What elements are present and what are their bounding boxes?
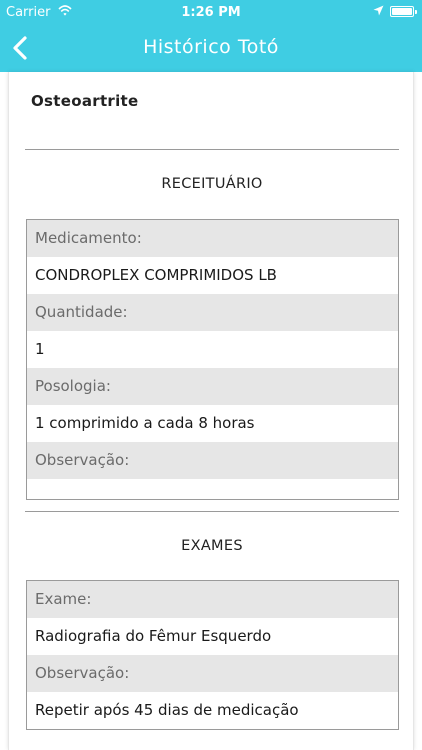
navigation-bar: Histórico Totó xyxy=(0,24,422,72)
exam-label: Exame: xyxy=(27,581,398,618)
medication-label: Medicamento: xyxy=(27,220,398,257)
divider xyxy=(25,511,399,512)
quantity-value: 1 xyxy=(27,331,398,368)
battery-icon xyxy=(390,6,417,17)
page-title: Histórico Totó xyxy=(143,36,279,58)
exams-table: Exame: Radiografia do Fêmur Esquerdo Obs… xyxy=(26,580,399,730)
prescription-table: Medicamento: CONDROPLEX COMPRIMIDOS LB Q… xyxy=(26,219,399,500)
prescription-note-label: Observação: xyxy=(27,442,398,479)
dosage-value: 1 comprimido a cada 8 horas xyxy=(27,405,398,442)
status-bar: Carrier 1:26 PM xyxy=(0,0,422,24)
exam-value: Radiografia do Fêmur Esquerdo xyxy=(27,618,398,655)
medication-value: CONDROPLEX COMPRIMIDOS LB xyxy=(27,257,398,294)
header: Carrier 1:26 PM Histórico Totó xyxy=(0,0,422,72)
location-arrow-icon xyxy=(373,5,384,16)
exams-section-title: EXAMES xyxy=(181,538,243,554)
history-card: Osteoartrite RECEITUÁRIO Medicamento: CO… xyxy=(8,72,414,750)
dosage-label: Posologia: xyxy=(27,368,398,405)
prescription-section-title: RECEITUÁRIO xyxy=(161,176,263,192)
status-time: 1:26 PM xyxy=(181,5,241,20)
divider xyxy=(25,149,399,150)
quantity-label: Quantidade: xyxy=(27,294,398,331)
exam-note-value: Repetir após 45 dias de medicação xyxy=(27,692,398,729)
prescription-note-value xyxy=(27,479,398,499)
exam-note-label: Observação: xyxy=(27,655,398,692)
diagnosis-title: Osteoartrite xyxy=(31,92,139,110)
